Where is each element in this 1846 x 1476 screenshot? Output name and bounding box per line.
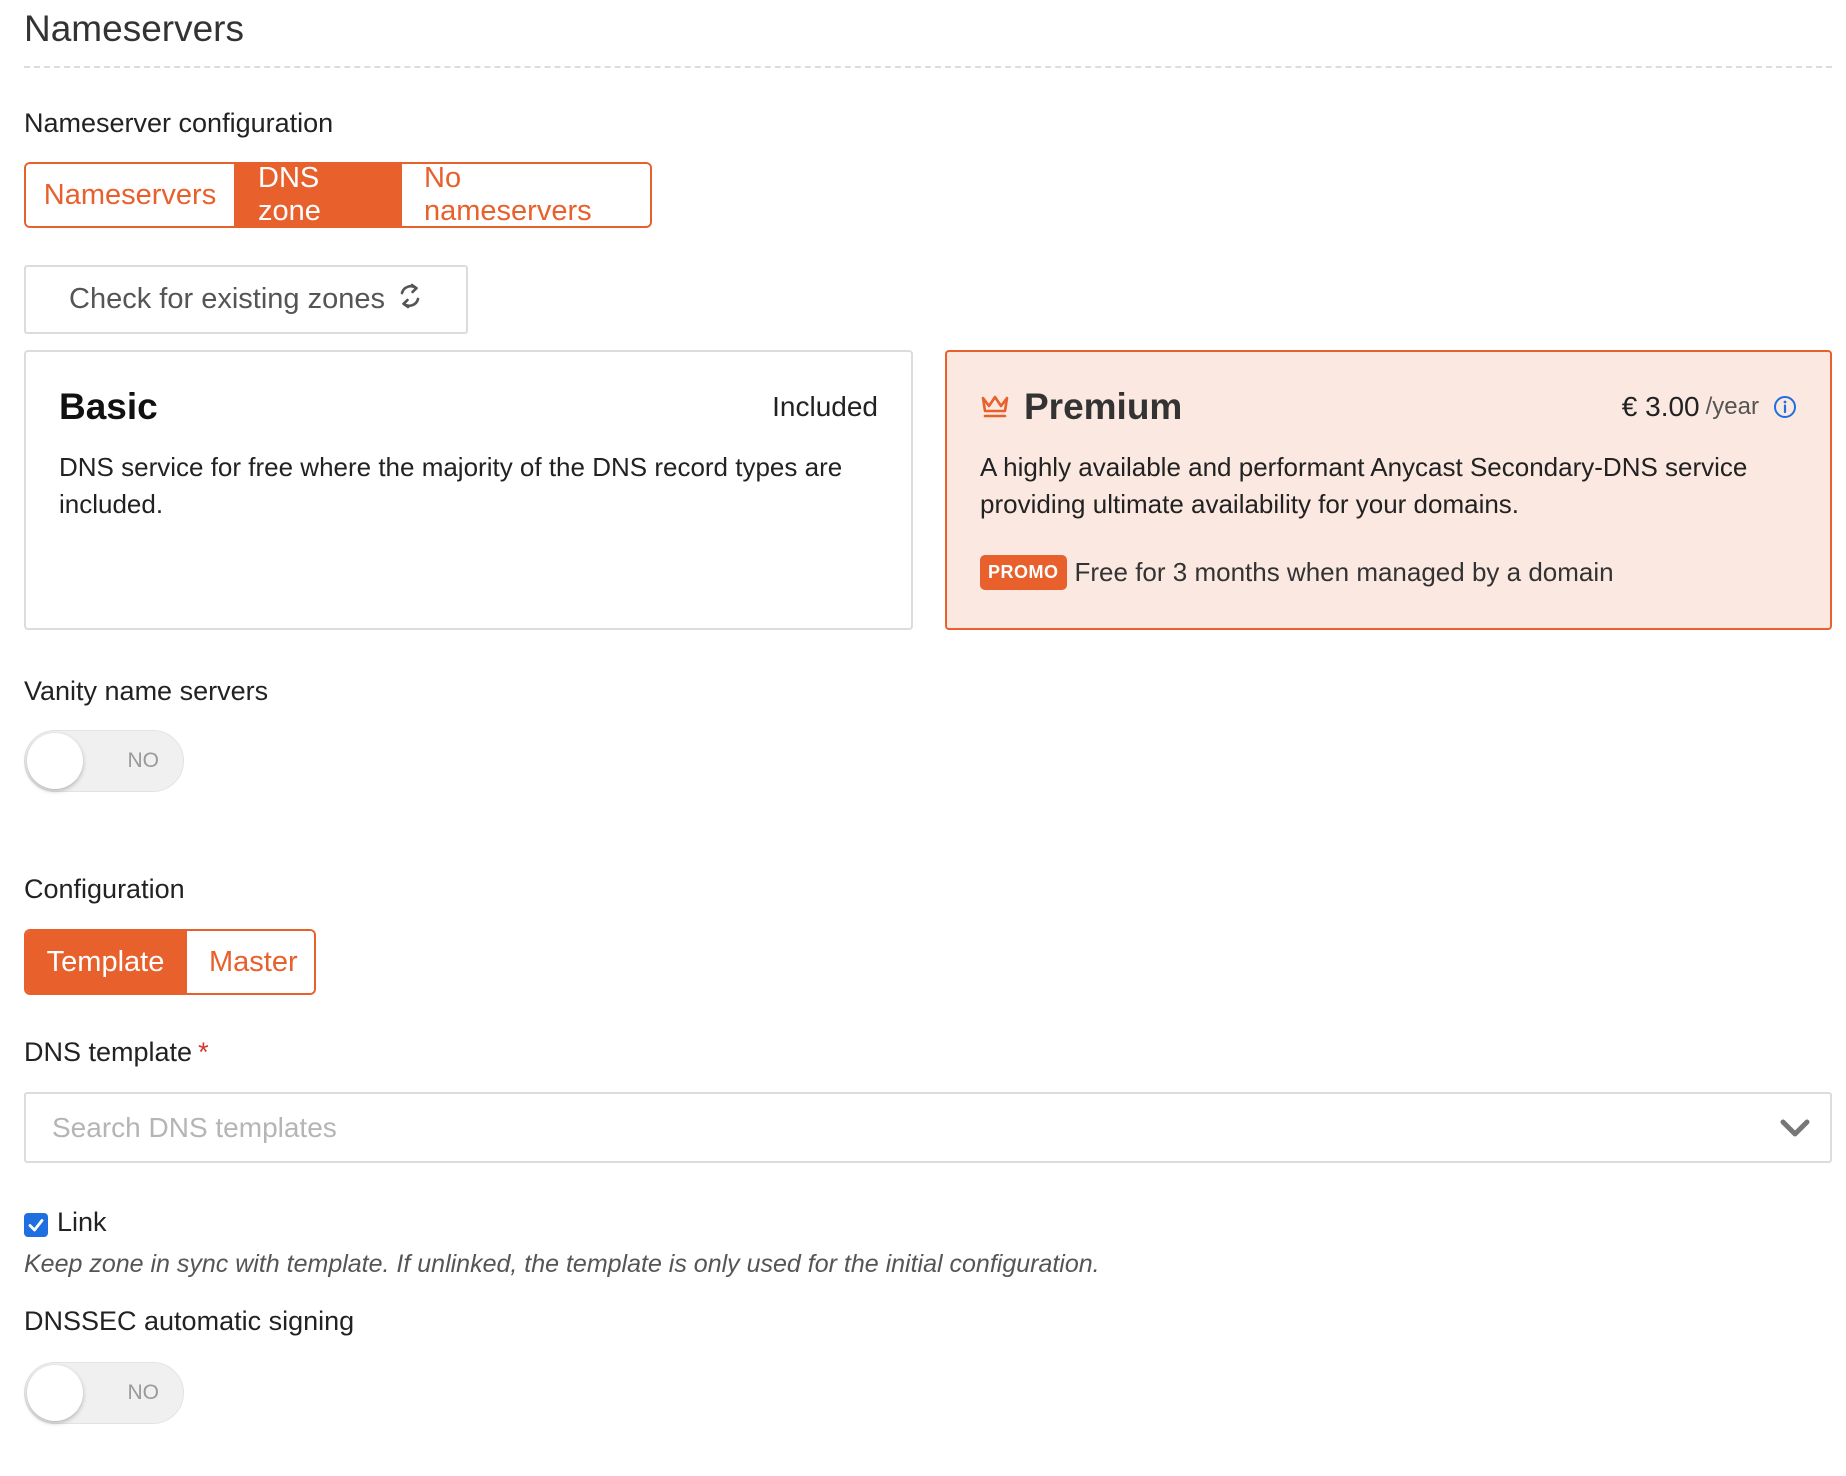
- promo-line: PROMO Free for 3 months when managed by …: [980, 555, 1797, 590]
- dns-template-search-input[interactable]: [52, 1094, 1752, 1161]
- plan-title-premium: Premium: [1024, 386, 1183, 427]
- toggle-state-label: NO: [127, 749, 160, 772]
- nameserver-config-label: Nameserver configuration: [24, 108, 334, 138]
- configuration-group: Template Master: [24, 929, 316, 995]
- no-nameservers-option[interactable]: No nameservers: [400, 164, 650, 226]
- nameservers-option[interactable]: Nameservers: [26, 164, 234, 226]
- nameserver-config-group: Nameservers DNS zone No nameservers: [24, 162, 652, 228]
- toggle-knob: [27, 733, 83, 789]
- section-divider: [24, 66, 1832, 68]
- plan-title-basic: Basic: [59, 386, 158, 427]
- link-label[interactable]: Link: [57, 1207, 107, 1238]
- section-title: Nameservers: [24, 8, 244, 49]
- plan-card-basic[interactable]: Basic Included DNS service for free wher…: [24, 350, 913, 630]
- dns-zone-option[interactable]: DNS zone: [234, 164, 400, 226]
- plan-description-basic: DNS service for free where the majority …: [59, 452, 843, 519]
- plan-description-premium: A highly available and performant Anycas…: [980, 452, 1748, 519]
- crown-icon: [980, 386, 1010, 428]
- chevron-down-icon[interactable]: [1778, 1112, 1812, 1149]
- dns-template-label-text: DNS template: [24, 1037, 193, 1067]
- vanity-name-servers-toggle[interactable]: NO: [24, 730, 184, 792]
- dns-template-label: DNS template *: [24, 1037, 209, 1068]
- toggle-state-label: NO: [127, 1381, 160, 1404]
- refresh-icon: [397, 282, 423, 318]
- link-checkbox[interactable]: [24, 1213, 48, 1237]
- plan-price-period: /year: [1705, 393, 1759, 420]
- dnssec-toggle[interactable]: NO: [24, 1362, 184, 1424]
- toggle-knob: [27, 1365, 83, 1421]
- plan-price-basic: Included: [772, 391, 878, 422]
- check-existing-zones-button[interactable]: Check for existing zones: [24, 265, 468, 334]
- configuration-label: Configuration: [24, 874, 185, 904]
- check-existing-zones-label: Check for existing zones: [69, 283, 385, 315]
- promo-badge: PROMO: [980, 555, 1067, 590]
- dns-template-select[interactable]: [24, 1092, 1832, 1163]
- info-icon[interactable]: [1773, 395, 1797, 419]
- required-mark: *: [198, 1037, 209, 1067]
- plan-card-premium[interactable]: Premium € 3.00/year A highly available a…: [945, 350, 1832, 630]
- master-option[interactable]: Master: [185, 931, 314, 993]
- vanity-name-servers-label: Vanity name servers: [24, 676, 269, 706]
- promo-text: Free for 3 months when managed by a doma…: [1074, 557, 1614, 587]
- template-option[interactable]: Template: [26, 931, 185, 993]
- checkmark-icon: [28, 1219, 44, 1232]
- link-hint: Keep zone in sync with template. If unli…: [24, 1250, 1100, 1278]
- plan-price-premium: € 3.00: [1621, 391, 1700, 422]
- dnssec-label: DNSSEC automatic signing: [24, 1306, 355, 1336]
